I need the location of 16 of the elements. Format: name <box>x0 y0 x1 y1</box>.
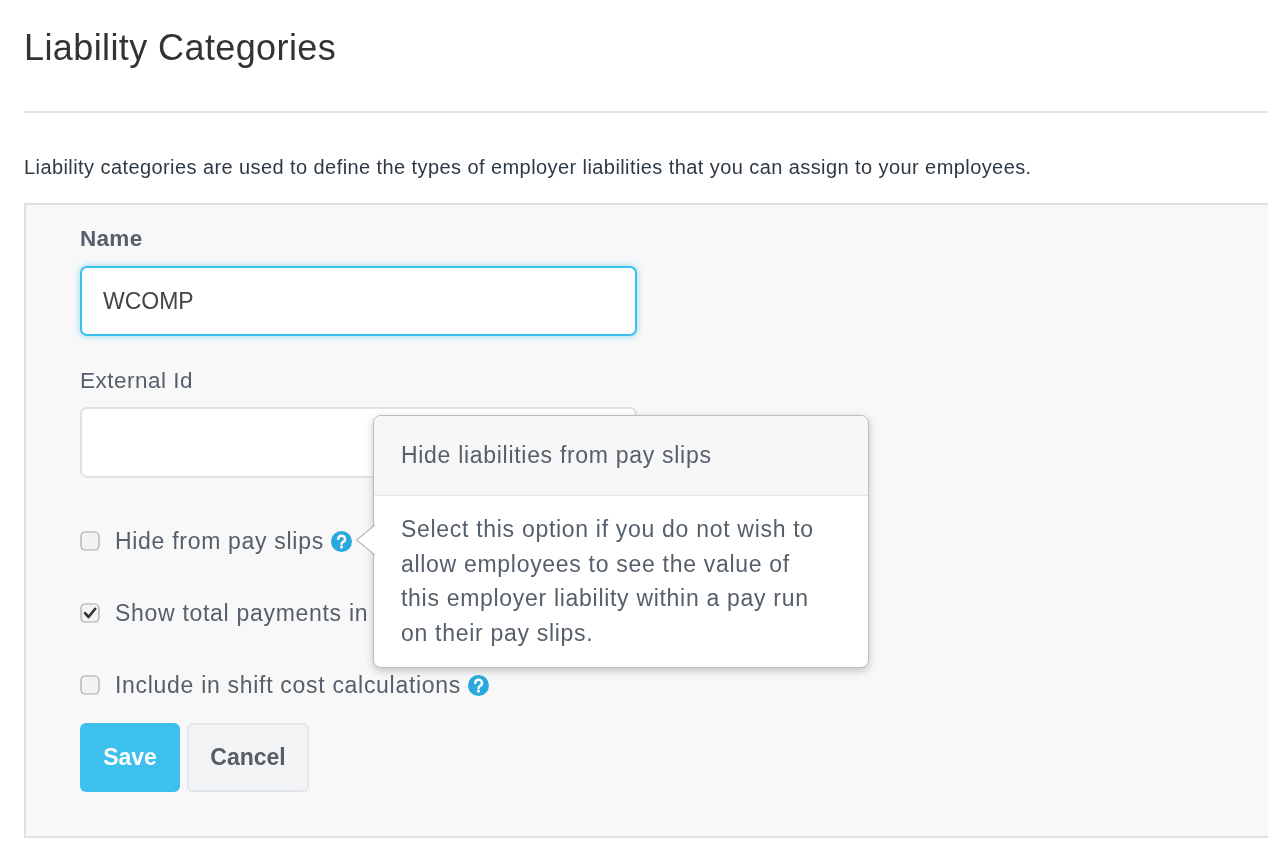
field-label: Name <box>80 227 143 251</box>
checkbox-label: Show total payments in <box>115 599 369 627</box>
page-title: Liability Categories <box>24 26 337 70</box>
help-icon[interactable] <box>330 530 352 552</box>
form-button[interactable]: Cancel <box>187 723 309 792</box>
checkbox[interactable] <box>80 531 100 551</box>
popover-text: Select this option if you do not wish to allow employees to see the value of this employer liability within a pay run on their pay slips. <box>400 515 815 648</box>
checkbox[interactable] <box>80 675 100 695</box>
checkbox-label: Hide from pay slips <box>115 527 324 555</box>
page-description: Liability categories are used to define the types of employer liabilities that you can assign to your employees. <box>24 155 1032 180</box>
checkbox[interactable] <box>80 603 100 623</box>
text-input[interactable]: WCOMP <box>80 266 637 336</box>
help-icon[interactable] <box>467 674 489 696</box>
field-label: External Id <box>80 369 194 393</box>
popover-title: Hide liabilities from pay slips <box>374 416 868 496</box>
checkbox-label: Include in shift cost calculations <box>115 671 461 699</box>
